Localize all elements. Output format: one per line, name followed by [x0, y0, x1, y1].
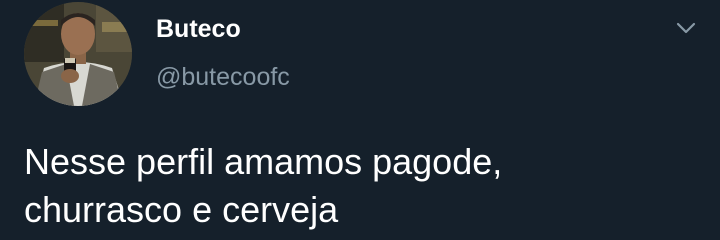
tweet-text-line: Nesse perfil amamos pagode,	[24, 141, 503, 182]
avatar-photo-icon	[24, 2, 132, 106]
author-display-name[interactable]: Buteco	[156, 14, 241, 44]
tweet-card: Buteco @butecoofc Nesse perfil amamos pa…	[0, 0, 720, 240]
chevron-down-icon	[676, 22, 696, 34]
tweet-menu-button[interactable]	[672, 14, 700, 42]
author-handle[interactable]: @butecoofc	[156, 62, 290, 92]
tweet-text-line: churrasco e cerveja	[24, 189, 339, 230]
tweet-text: Nesse perfil amamos pagode, churrasco e …	[24, 138, 704, 234]
avatar[interactable]	[24, 2, 132, 106]
